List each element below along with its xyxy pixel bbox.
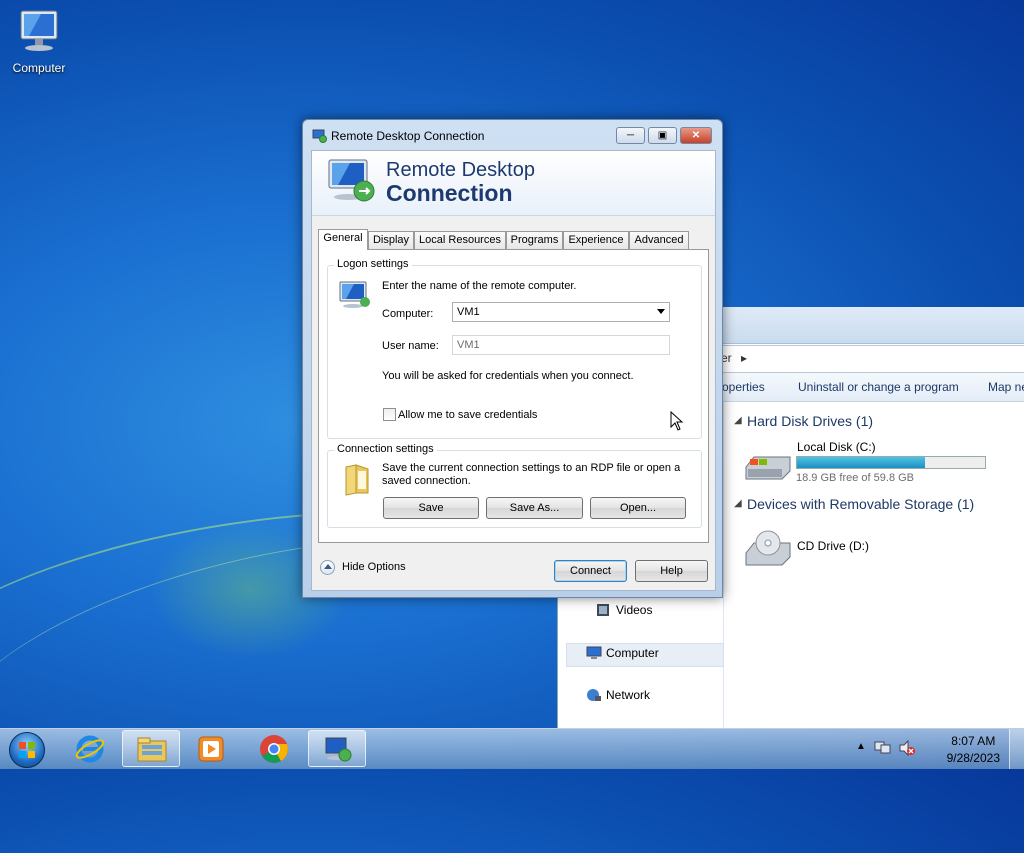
username-field[interactable]: VM1 (452, 335, 670, 355)
toolbar-properties[interactable]: roperties (718, 380, 765, 394)
toolbar-uninstall-program[interactable]: Uninstall or change a program (798, 380, 959, 394)
toolbar-map-network[interactable]: Map ne (988, 380, 1024, 394)
desktop-icon-computer[interactable]: Computer (6, 8, 72, 75)
chevron-down-icon[interactable] (657, 309, 665, 314)
drive-d-name: CD Drive (D:) (797, 539, 869, 553)
tab-experience[interactable]: Experience (563, 231, 629, 249)
group-hard-disk-drives[interactable]: Hard Disk Drives (1) (747, 413, 873, 429)
drive-c-name: Local Disk (C:) (797, 440, 876, 454)
drive-c-free-space: 18.9 GB free of 59.8 GB (796, 472, 915, 484)
clock-time: 8:07 AM (951, 734, 996, 748)
nav-item-label: Videos (616, 603, 653, 617)
network-status-icon[interactable] (874, 740, 892, 756)
collapse-triangle-icon[interactable]: ◢ (734, 415, 742, 426)
system-tray: ▲ 8:07 AM 9/28/2023 (854, 729, 1024, 769)
banner-title-line2: Connection (386, 180, 513, 206)
nav-item-label: Computer (606, 646, 659, 660)
save-button[interactable]: Save (383, 497, 479, 519)
media-player-icon (198, 736, 224, 762)
explorer-toolbar: roperties Uninstall or change a program … (718, 373, 1024, 402)
hide-options-label: Hide Options (342, 561, 406, 573)
help-button[interactable]: Help (635, 560, 708, 582)
start-button[interactable] (6, 731, 46, 768)
network-icon (587, 689, 601, 701)
nav-item-label: Network (606, 688, 651, 702)
computer-value: VM1 (457, 306, 480, 318)
dialog-body: Remote Desktop Connection General Displa… (311, 150, 716, 591)
tab-local-resources[interactable]: Local Resources (414, 231, 506, 249)
maximize-icon: ▣ (657, 130, 668, 141)
credentials-note: You will be asked for credentials when y… (382, 370, 634, 382)
connection-description-line2: saved connection. (382, 475, 471, 487)
cd-drive-icon (745, 530, 791, 566)
computer-combobox[interactable]: VM1 (452, 302, 670, 322)
computer-icon (20, 10, 58, 51)
drive-c-usage-fill (797, 457, 925, 468)
remote-desktop-icon (325, 737, 352, 762)
mouse-cursor-icon (670, 411, 684, 431)
username-label: User name: (382, 340, 439, 352)
file-explorer-icon (137, 737, 167, 762)
chevron-right-icon[interactable]: ▸ (741, 351, 747, 365)
save-as-button[interactable]: Save As... (486, 497, 583, 519)
logon-settings-group: Logon settings Enter the name of the rem… (327, 258, 702, 439)
open-button[interactable]: Open... (590, 497, 686, 519)
windows-logo-icon (9, 732, 45, 768)
connection-settings-group: Connection settings Save the current con… (327, 443, 702, 528)
connect-button[interactable]: Connect (554, 560, 627, 582)
minimize-button[interactable]: ─ (616, 127, 645, 144)
computer-label: Computer: (382, 308, 434, 320)
tab-advanced[interactable]: Advanced (629, 231, 689, 249)
computer-icon (586, 646, 602, 659)
username-value: VM1 (457, 339, 480, 351)
tab-general[interactable]: General (318, 229, 368, 250)
drive-c[interactable] (744, 453, 792, 486)
videos-icon (597, 604, 609, 616)
folder-icon (345, 464, 369, 496)
volume-muted-icon[interactable] (898, 740, 916, 756)
taskbar-media-player[interactable] (182, 730, 240, 767)
group-removable-storage[interactable]: Devices with Removable Storage (1) (747, 496, 974, 512)
drive-c-usage-bar (796, 456, 986, 469)
banner-title-line1: Remote Desktop (386, 159, 535, 181)
tab-programs[interactable]: Programs (506, 231, 563, 249)
allow-save-credentials-label[interactable]: Allow me to save credentials (398, 409, 537, 421)
window-title: Remote Desktop Connection (331, 129, 485, 143)
desktop-icon-label: Computer (12, 61, 66, 75)
remote-desktop-icon (312, 129, 327, 143)
connection-settings-legend: Connection settings (334, 443, 437, 455)
chevron-up-icon (320, 560, 335, 575)
tab-panel-general: Logon settings Enter the name of the rem… (318, 249, 709, 543)
clock[interactable]: 8:07 AM 9/28/2023 (947, 734, 1000, 765)
banner: Remote Desktop Connection (312, 151, 715, 216)
show-desktop-button[interactable] (1009, 729, 1024, 769)
taskbar-file-explorer[interactable] (122, 730, 180, 767)
maximize-button[interactable]: ▣ (648, 127, 677, 144)
collapse-triangle-icon[interactable]: ◢ (734, 498, 742, 509)
remote-desktop-logo-icon (328, 159, 375, 202)
tab-display[interactable]: Display (368, 231, 414, 249)
taskbar-remote-desktop[interactable] (308, 730, 366, 767)
logon-settings-legend: Logon settings (334, 258, 412, 270)
drive-d[interactable] (744, 529, 792, 572)
clock-date: 9/28/2023 (946, 751, 1000, 765)
connection-description-line1: Save the current connection settings to … (382, 462, 681, 474)
taskbar-internet-explorer[interactable] (62, 730, 120, 767)
chrome-icon (260, 735, 288, 763)
allow-save-credentials-checkbox[interactable] (383, 408, 396, 421)
close-icon: ✕ (691, 130, 701, 141)
taskbar: ▲ 8:07 AM 9/28/2023 (0, 728, 1024, 769)
rdp-dialog[interactable]: Remote Desktop Connection ─ ▣ ✕ Remote D… (302, 119, 723, 598)
close-button[interactable]: ✕ (680, 127, 712, 144)
computer-icon (339, 281, 370, 308)
hard-disk-icon (745, 456, 791, 480)
minimize-icon: ─ (626, 130, 635, 141)
taskbar-chrome[interactable] (245, 730, 303, 767)
logon-instruction: Enter the name of the remote computer. (382, 280, 577, 292)
show-hidden-icons-icon[interactable]: ▲ (856, 741, 866, 752)
address-bar[interactable]: er ▸ (718, 345, 1024, 373)
internet-explorer-icon (75, 735, 105, 763)
